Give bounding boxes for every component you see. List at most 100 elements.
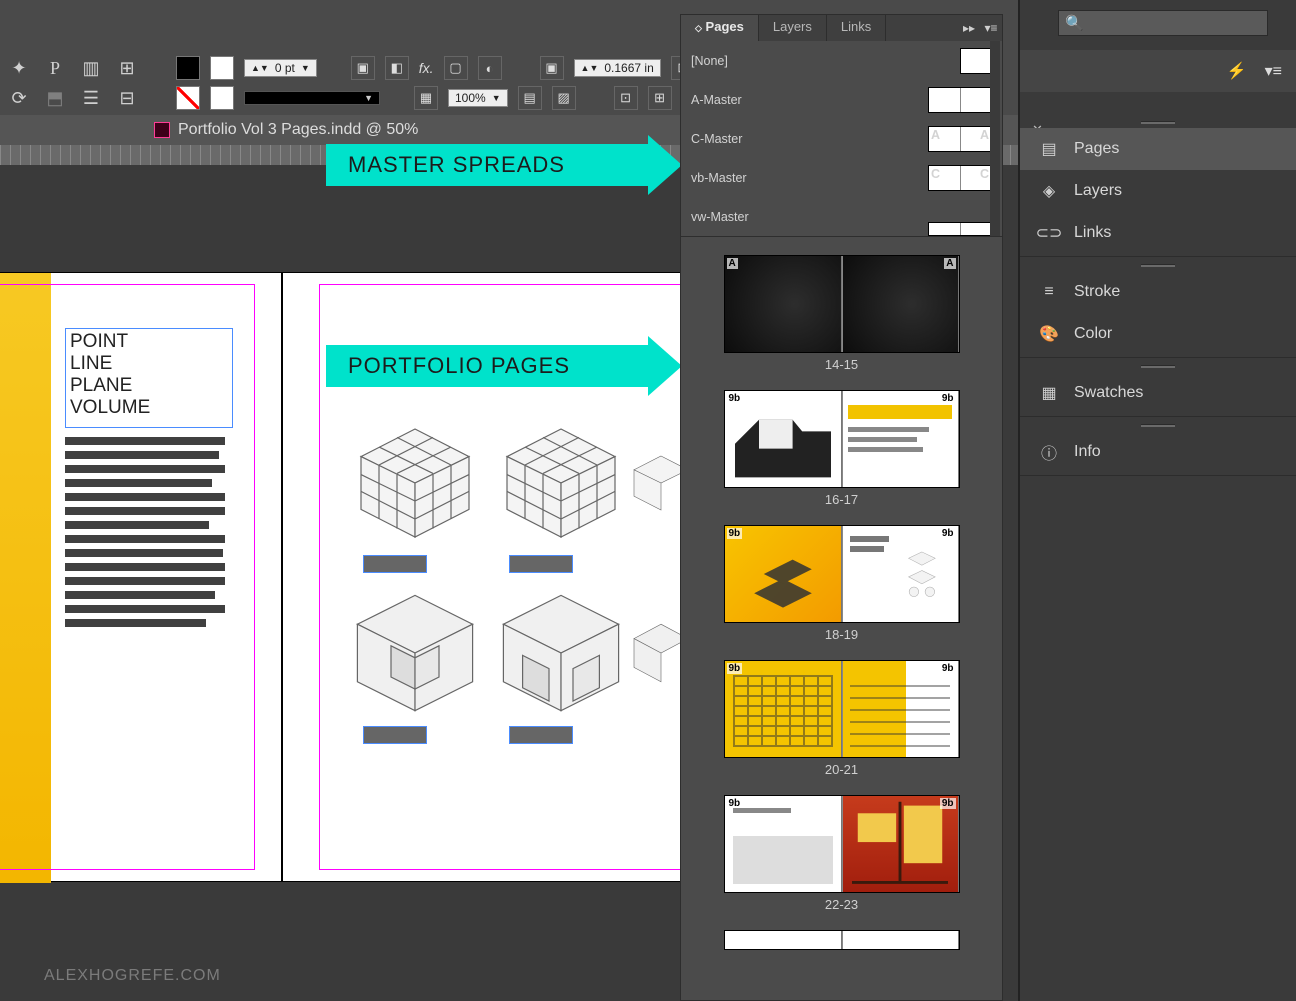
right-rail: 🔍 ⚡ ▾≡ ✕ ▤ Pages ◈ Layers ⊂⊃ Links ≡ Str… <box>1018 0 1296 1001</box>
drop-shadow-icon[interactable]: ▢ <box>444 56 468 80</box>
object-style-icon[interactable]: ▨ <box>552 86 576 110</box>
watermark: ALEXHOGREFE.COM <box>44 967 221 985</box>
caption-4[interactable] <box>363 726 427 744</box>
master-a-thumb <box>928 87 992 113</box>
opacity-icon[interactable]: ◐ <box>478 56 502 80</box>
pages-panel[interactable]: ◇ Pages Layers Links ▸▸ ▾≡ [None] A-Mast… <box>680 14 1003 1001</box>
stroke-weight-dropdown[interactable]: ▲▼0 pt▼ <box>244 59 317 77</box>
panel-menu-icon[interactable]: ▾≡ <box>980 15 1002 41</box>
panel-gripper[interactable] <box>1020 360 1296 372</box>
caption-5[interactable] <box>509 726 573 744</box>
panel-color[interactable]: 🎨 Color <box>1020 313 1296 355</box>
fit-frame-icon[interactable]: ⊞ <box>648 86 672 110</box>
master-a[interactable]: A-Master <box>681 80 1002 119</box>
spread-label: 20-21 <box>724 762 960 777</box>
distribute-icon[interactable]: ⊞ <box>114 55 140 81</box>
flash-icon[interactable]: ⚡ <box>1227 61 1247 81</box>
collapse-icon[interactable]: ▸▸ <box>958 15 980 41</box>
tab-links[interactable]: Links <box>827 15 886 41</box>
zoom-value: 100% <box>455 91 486 105</box>
title-text-frame[interactable]: POINT LINE PLANE VOLUME <box>65 328 233 428</box>
rotate-icon[interactable]: ⟳ <box>6 85 32 111</box>
panel-stroke[interactable]: ≡ Stroke <box>1020 271 1296 313</box>
spread-16-17[interactable]: 9b 9b 16-17 <box>724 390 960 507</box>
panel-swatches[interactable]: ▦ Swatches <box>1020 372 1296 414</box>
tab-pages[interactable]: ◇ Pages <box>681 15 759 41</box>
layers-icon: ◈ <box>1038 180 1060 202</box>
tab-layers[interactable]: Layers <box>759 15 827 41</box>
caption-1[interactable] <box>363 555 427 573</box>
master-vw-thumb <box>928 222 992 236</box>
measure-value: 0.1667 in <box>604 61 653 75</box>
panel-stack: ▤ Pages ◈ Layers ⊂⊃ Links ≡ Stroke 🎨 Col… <box>1020 116 1296 478</box>
spread-label: 22-23 <box>724 897 960 912</box>
stroke-swatch[interactable] <box>210 56 234 80</box>
document-title[interactable]: Portfolio Vol 3 Pages.indd @ 50% <box>178 121 418 139</box>
transform-icon[interactable]: ✦ <box>6 55 32 81</box>
master-vw[interactable]: vw-Master <box>681 197 1002 236</box>
spread-label: 18-19 <box>724 627 960 642</box>
panel-gripper[interactable] <box>1020 259 1296 271</box>
fit-content-icon[interactable]: ⊡ <box>614 86 638 110</box>
pages-panel-tabs: ◇ Pages Layers Links ▸▸ ▾≡ <box>681 15 1002 41</box>
indesign-doc-icon <box>154 122 170 138</box>
fill-swatch[interactable] <box>176 56 200 80</box>
master-spreads-list[interactable]: [None] A-Master C-Master AA vb-Master CC… <box>681 41 1002 237</box>
frame-fitting-icon[interactable]: ▣ <box>540 56 564 80</box>
stroke-weight-value: 0 pt <box>275 61 295 75</box>
spread-14-15[interactable]: A A 14-15 <box>724 255 960 372</box>
master-vb[interactable]: vb-Master CC <box>681 158 1002 197</box>
align-icon[interactable]: ▥ <box>78 55 104 81</box>
masters-scrollbar[interactable] <box>990 41 1000 236</box>
spread-20-21[interactable]: 9b 9b 20-21 <box>724 660 960 777</box>
search-input[interactable]: 🔍 <box>1058 10 1268 36</box>
title-line-2: LINE <box>70 353 228 375</box>
panel-gripper[interactable] <box>1020 419 1296 431</box>
master-none[interactable]: [None] <box>681 41 1002 80</box>
master-vb-thumb: CC <box>928 165 992 191</box>
spread-18-19[interactable]: 9b 9b 18-19 <box>724 525 960 642</box>
title-line-4: VOLUME <box>70 397 228 419</box>
spread-next-partial[interactable] <box>724 930 960 950</box>
stroke-icon: ≡ <box>1038 281 1060 303</box>
stroke-swatch-2[interactable] <box>210 86 234 110</box>
corner-options-icon[interactable]: ▣ <box>351 56 375 80</box>
panel-gripper[interactable] <box>1020 116 1296 128</box>
transparency-icon[interactable]: ▦ <box>414 86 438 110</box>
title-line-3: PLANE <box>70 375 228 397</box>
panel-pages[interactable]: ▤ Pages <box>1020 128 1296 170</box>
links-icon: ⊂⊃ <box>1038 222 1060 244</box>
caption-2[interactable] <box>509 555 573 573</box>
effects-icon[interactable]: ◧ <box>385 56 409 80</box>
spread-22-23[interactable]: 9b 9b 22-23 <box>724 795 960 912</box>
page-left[interactable]: POINT LINE PLANE VOLUME <box>0 272 282 882</box>
text-wrap-icon[interactable]: ▤ <box>518 86 542 110</box>
search-icon: 🔍 <box>1065 14 1084 32</box>
panel-info[interactable]: ⓘ Info <box>1020 431 1296 473</box>
cube-diagram-2[interactable] <box>501 423 621 543</box>
paragraph-style-icon[interactable]: P <box>42 55 68 81</box>
measure-dropdown[interactable]: ▲▼0.1667 in <box>574 59 661 77</box>
fx-label[interactable]: fx. <box>419 60 434 76</box>
master-c[interactable]: C-Master AA <box>681 119 1002 158</box>
search-field[interactable] <box>1090 16 1250 31</box>
shear-icon[interactable]: ⬒ <box>42 85 68 111</box>
align-horizontal-icon[interactable]: ☰ <box>78 85 104 111</box>
swatches-icon: ▦ <box>1038 382 1060 404</box>
no-fill-swatch[interactable] <box>176 86 200 110</box>
body-text-placeholder[interactable] <box>65 437 225 633</box>
cube-diagram-4[interactable] <box>355 593 475 713</box>
spread-label: 14-15 <box>724 357 960 372</box>
panel-links[interactable]: ⊂⊃ Links <box>1020 212 1296 254</box>
quick-apply-bar: ⚡ ▾≡ <box>1020 50 1296 92</box>
panel-layers[interactable]: ◈ Layers <box>1020 170 1296 212</box>
stroke-style-dropdown[interactable]: ▼ <box>244 91 380 105</box>
cube-diagram-1[interactable] <box>355 423 475 543</box>
cube-diagram-5[interactable] <box>501 593 621 713</box>
align-vertical-icon[interactable]: ⊟ <box>114 85 140 111</box>
zoom-dropdown[interactable]: 100%▼ <box>448 89 508 107</box>
master-c-thumb: AA <box>928 126 992 152</box>
page-thumbnails[interactable]: A A 14-15 9b 9b 16-17 <box>681 237 1002 1000</box>
annotation-pages: PORTFOLIO PAGES <box>326 345 648 387</box>
panel-menu-icon[interactable]: ▾≡ <box>1265 61 1282 81</box>
